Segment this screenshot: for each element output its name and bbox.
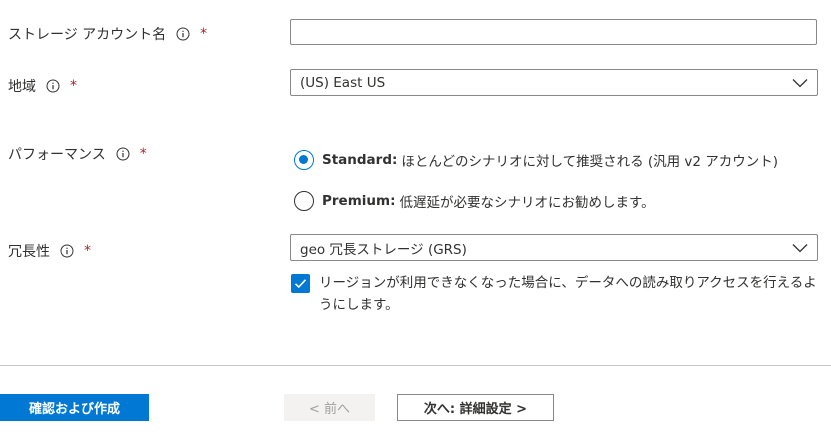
required-marker: * bbox=[139, 146, 147, 162]
read-access-checkbox-label: リージョンが利用できなくなった場合に、データへの読み取りアクセスを行えるようにし… bbox=[319, 275, 817, 313]
info-icon[interactable] bbox=[176, 27, 190, 41]
redundancy-label: 冗長性 bbox=[8, 244, 50, 260]
radio-standard[interactable]: Standard: ほとんどのシナリオに対して推奨される (汎用 v2 アカウン… bbox=[294, 150, 778, 170]
footer-divider bbox=[0, 365, 831, 366]
required-marker: * bbox=[70, 78, 77, 94]
review-create-button[interactable]: 確認および作成 bbox=[0, 394, 149, 421]
radio-standard-description: ほとんどのシナリオに対して推奨される (汎用 v2 アカウント) bbox=[401, 154, 779, 170]
storage-account-create-form: ストレージ アカウント名 * 地域 * (US) East US パフォーマンス… bbox=[0, 0, 831, 436]
redundancy-dropdown[interactable]: geo 冗長ストレージ (GRS) bbox=[290, 234, 818, 261]
radio-premium-title: Premium: bbox=[322, 193, 396, 209]
redundancy-selected-value: geo 冗長ストレージ (GRS) bbox=[300, 241, 467, 258]
required-marker: * bbox=[200, 26, 208, 42]
redundancy-label-row: 冗長性 * bbox=[8, 241, 91, 261]
performance-label-row: パフォーマンス * bbox=[8, 144, 147, 164]
required-marker: * bbox=[84, 243, 91, 259]
region-label: 地域 bbox=[8, 79, 36, 95]
account-name-label-row: ストレージ アカウント名 * bbox=[8, 24, 207, 44]
info-icon[interactable] bbox=[60, 244, 74, 258]
account-name-label: ストレージ アカウント名 bbox=[8, 27, 167, 43]
radio-premium-description: 低遅延が必要なシナリオにお勧めします。 bbox=[399, 195, 655, 211]
chevron-down-icon bbox=[792, 78, 808, 88]
region-label-row: 地域 * bbox=[8, 76, 77, 96]
region-dropdown[interactable]: (US) East US bbox=[290, 69, 818, 96]
checkmark-icon bbox=[294, 278, 307, 289]
radio-premium[interactable]: Premium: 低遅延が必要なシナリオにお勧めします。 bbox=[294, 191, 655, 211]
account-name-input[interactable] bbox=[290, 19, 817, 45]
next-advanced-button[interactable]: 次へ: 詳細設定 > bbox=[397, 394, 554, 421]
previous-button[interactable]: < 前へ bbox=[284, 394, 375, 421]
info-icon[interactable] bbox=[46, 79, 60, 93]
radio-premium-indicator[interactable] bbox=[294, 191, 314, 211]
performance-label: パフォーマンス bbox=[8, 147, 106, 163]
radio-standard-title: Standard: bbox=[322, 152, 398, 168]
chevron-down-icon bbox=[792, 243, 808, 253]
radio-standard-indicator[interactable] bbox=[294, 150, 314, 170]
info-icon[interactable] bbox=[116, 147, 130, 161]
read-access-checkbox[interactable] bbox=[291, 274, 310, 293]
region-selected-value: (US) East US bbox=[300, 74, 386, 91]
